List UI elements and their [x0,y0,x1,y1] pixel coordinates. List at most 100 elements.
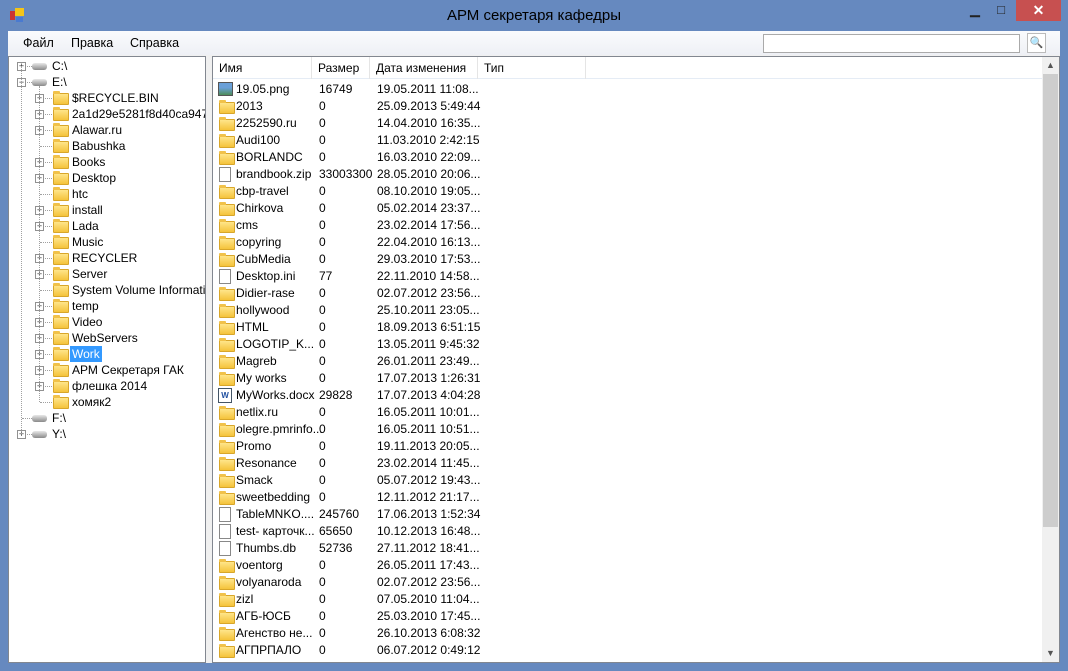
column-size[interactable]: Размер [312,57,370,79]
list-item[interactable]: Promo 0 19.11.2013 20:05... [213,438,1043,455]
folder-icon [219,423,235,437]
column-date[interactable]: Дата изменения [370,57,478,79]
list-item[interactable]: BORLANDC 0 16.03.2010 22:09... [213,149,1043,166]
search-button[interactable]: 🔍 [1027,33,1046,53]
list-item[interactable]: Resonance 0 23.02.2014 11:45... [213,455,1043,472]
item-name: Magreb [236,354,277,368]
list-item[interactable]: netlix.ru 0 16.05.2011 10:01... [213,404,1043,421]
folder-icon [53,379,69,393]
menu-bar: Файл Правка Справка 🔍 [8,31,1060,55]
item-size: 0 [319,337,326,351]
item-size: 0 [319,575,326,589]
list-item[interactable]: 19.05.png 16749 19.05.2011 11:08... [213,81,1043,98]
list-item[interactable]: Audi100 0 11.03.2010 2:42:15 [213,132,1043,149]
item-size: 0 [319,201,326,215]
list-item[interactable]: 2252590.ru 0 14.04.2010 16:35... [213,115,1043,132]
item-date: 22.04.2010 16:13... [377,235,481,249]
file-icon [219,507,231,522]
list-item[interactable]: LOGOTIP_K... 0 13.05.2011 9:45:32 [213,336,1043,353]
item-name: Smack [236,473,273,487]
list-item[interactable]: CubMedia 0 29.03.2010 17:53... [213,251,1043,268]
folder-icon [219,219,235,233]
item-date: 05.07.2012 19:43... [377,473,481,487]
tree-connector [40,290,54,291]
list-item[interactable]: W MyWorks.docx 29828 17.07.2013 4:04:28 [213,387,1043,404]
folder-icon [53,107,69,121]
item-name: brandbook.zip [236,167,312,181]
item-size: 0 [319,626,326,640]
tree-label: System Volume Information [72,283,206,297]
list-item[interactable]: test- карточк... 65650 10.12.2013 16:48... [213,523,1043,540]
list-item[interactable]: sweetbedding 0 12.11.2012 21:17... [213,489,1043,506]
tree-drive[interactable]: F:\ [9,410,205,426]
folder-icon [53,395,69,409]
list-item[interactable]: 2013 0 25.09.2013 5:49:44 [213,98,1043,115]
column-type[interactable]: Тип [478,57,586,79]
tree-connector [40,194,54,195]
folder-icon [53,315,69,329]
vertical-scrollbar[interactable]: ▲ ▼ [1042,57,1059,662]
item-size: 0 [319,592,326,606]
list-item[interactable]: cbp-travel 0 08.10.2010 19:05... [213,183,1043,200]
folder-icon [219,202,235,216]
list-item[interactable]: copyring 0 22.04.2010 16:13... [213,234,1043,251]
item-date: 29.03.2010 17:53... [377,252,481,266]
item-name: voentorg [236,558,283,572]
list-item[interactable]: Didier-rase 0 02.07.2012 23:56... [213,285,1043,302]
list-item[interactable]: Desktop.ini 77 22.11.2010 14:58... [213,268,1043,285]
list-item[interactable]: olegre.pmrinfo... 0 16.05.2011 10:51... [213,421,1043,438]
menu-file[interactable]: Файл [23,36,54,50]
list-item[interactable]: Chirkova 0 05.02.2014 23:37... [213,200,1043,217]
list-item[interactable]: HTML 0 18.09.2013 6:51:15 [213,319,1043,336]
item-size: 0 [319,354,326,368]
item-date: 22.11.2010 14:58... [377,269,480,283]
item-size: 0 [319,558,326,572]
drive-icon [32,415,47,422]
file-list[interactable]: Имя Размер Дата изменения Тип 19.05.png 1… [212,56,1060,663]
list-item[interactable]: volyanaroda 0 02.07.2012 23:56... [213,574,1043,591]
close-button[interactable]: ✕ [1016,0,1061,21]
list-item[interactable]: Агенство не... 0 26.10.2013 6:08:32 [213,625,1043,642]
folder-icon [219,185,235,199]
list-item[interactable]: АГБ-ЮСБ 0 25.03.2010 17:45... [213,608,1043,625]
maximize-button[interactable]: □ [988,0,1014,21]
folder-icon [219,338,235,352]
item-size: 0 [319,303,326,317]
item-date: 26.10.2013 6:08:32 [377,626,481,640]
list-item[interactable]: hollywood 0 25.10.2011 23:05... [213,302,1043,319]
minimize-button[interactable]: ▁ [962,0,988,21]
folder-tree[interactable]: + C:\ − E:\ + $RECYCLE.BIN +2a1d29e5281f8d40ca… [8,56,206,663]
list-item[interactable]: zizl 0 07.05.2010 11:04... [213,591,1043,608]
list-item[interactable]: TableMNKO.... 245760 17.06.2013 1:52:34 [213,506,1043,523]
list-item[interactable]: Thumbs.db 52736 27.11.2012 18:41... [213,540,1043,557]
item-date: 18.09.2013 6:51:15 [377,320,481,334]
tree-drive[interactable]: + Y:\ [9,426,205,442]
search-input[interactable] [763,34,1020,53]
scroll-up-arrow[interactable]: ▲ [1042,57,1059,74]
column-name[interactable]: Имя [213,57,312,79]
list-item[interactable]: voentorg 0 26.05.2011 17:43... [213,557,1043,574]
item-name: Audi100 [236,133,281,147]
list-item[interactable]: АГПРПАЛО 0 06.07.2012 0:49:12 [213,642,1043,659]
item-name: HTML [236,320,269,334]
list-item[interactable]: My works 0 17.07.2013 1:26:31 [213,370,1043,387]
list-item[interactable]: Smack 0 05.07.2012 19:43... [213,472,1043,489]
scroll-thumb[interactable] [1043,74,1058,527]
item-size: 0 [319,133,326,147]
item-size: 0 [319,371,326,385]
menu-help[interactable]: Справка [130,36,179,50]
list-item[interactable]: cms 0 23.02.2014 17:56... [213,217,1043,234]
scroll-down-arrow[interactable]: ▼ [1042,645,1059,662]
list-item[interactable]: brandbook.zip 33003300 28.05.2010 20:06... [213,166,1043,183]
folder-icon [53,203,69,217]
tree-label: Books [72,155,106,169]
tree-connector [40,402,54,403]
tree-drive[interactable]: + C:\ [9,58,205,74]
folder-icon [53,331,69,345]
item-name: LOGOTIP_K... [236,337,315,351]
list-item[interactable]: Magreb 0 26.01.2011 23:49... [213,353,1043,370]
item-name: hollywood [236,303,290,317]
item-date: 06.07.2012 0:49:12 [377,643,481,657]
menu-edit[interactable]: Правка [71,36,113,50]
item-size: 245760 [319,507,360,521]
